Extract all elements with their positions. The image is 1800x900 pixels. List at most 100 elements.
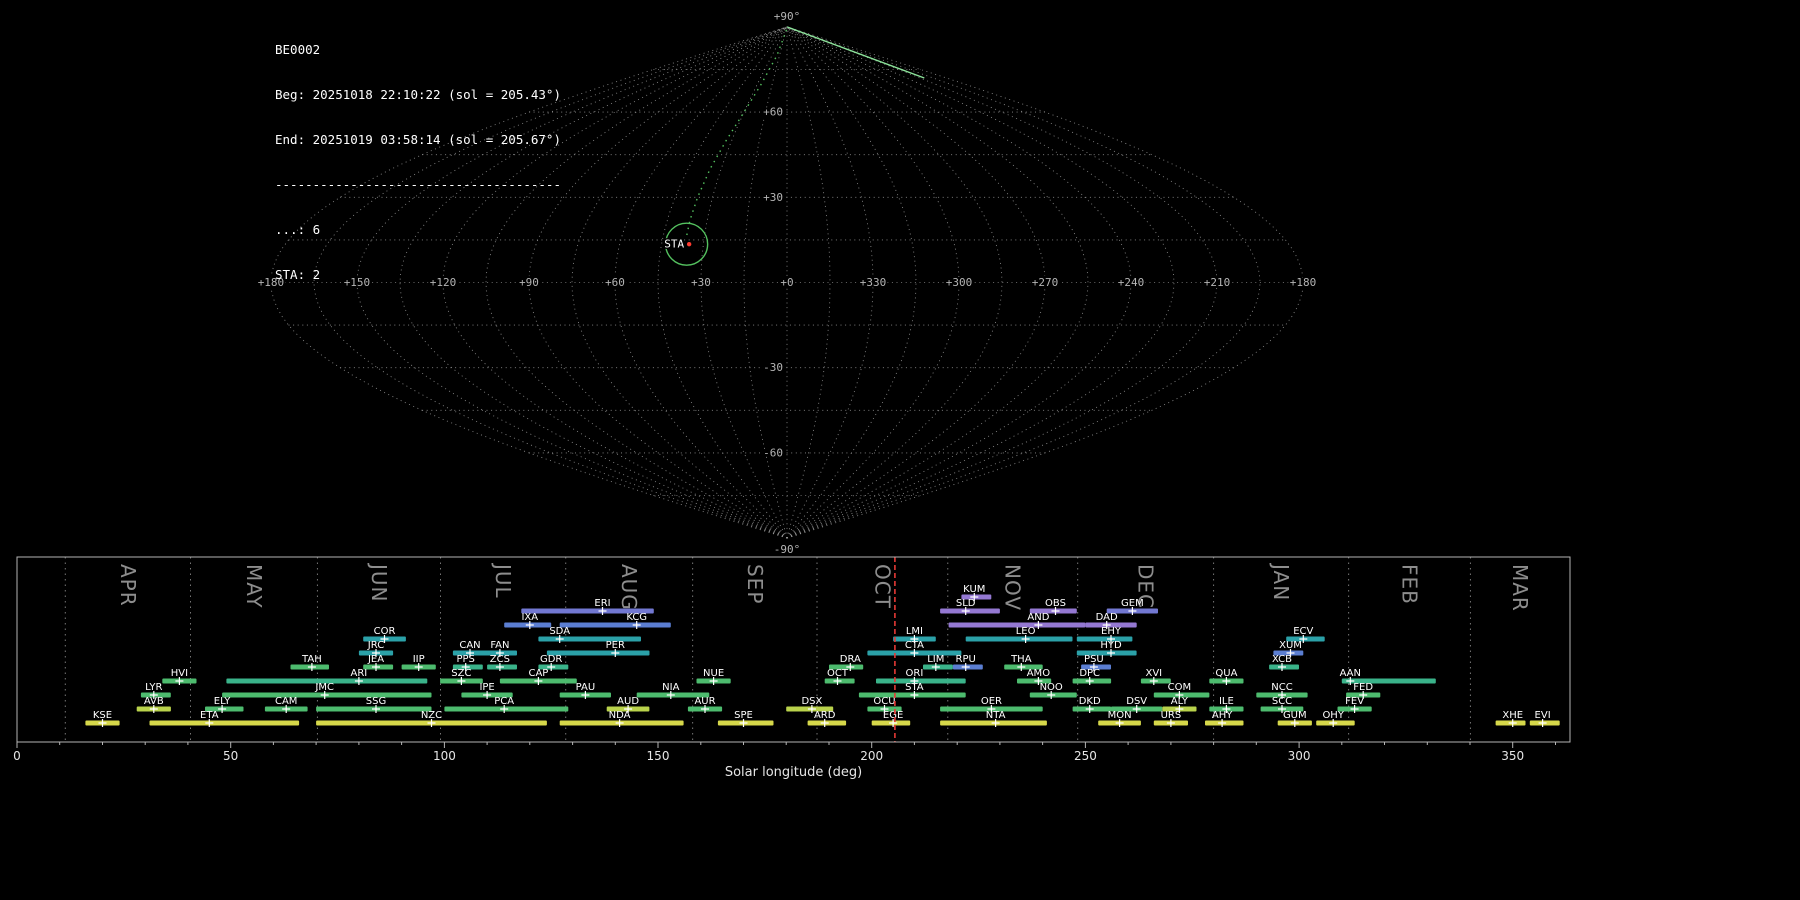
axis-tick-label: 200	[860, 749, 883, 763]
shower-label-OCU: OCU	[873, 696, 895, 707]
shower-label-STA: STA	[905, 682, 924, 693]
sky-pole-label: +90°	[774, 10, 801, 23]
shower-label-ERI: ERI	[594, 598, 610, 609]
sky-pole-label: -90°	[774, 543, 801, 556]
shower-count: STA: 2	[275, 267, 561, 282]
shower-label-AAN: AAN	[1340, 668, 1361, 679]
shower-label-COM: COM	[1168, 682, 1191, 693]
shower-label-CAN: CAN	[459, 640, 480, 651]
observation-info: BE0002 Beg: 20251018 22:10:22 (sol = 205…	[275, 12, 561, 312]
shower-label-IIP: IIP	[413, 654, 425, 665]
shower-label-PAU: PAU	[576, 682, 596, 693]
shower-label-ARD: ARD	[814, 710, 836, 721]
shower-label-GEM: GEM	[1121, 598, 1144, 609]
shower-label-JRC: JRC	[367, 640, 384, 651]
shower-label-OHY: OHY	[1322, 710, 1344, 721]
shower-label-AHY: AHY	[1212, 710, 1233, 721]
shower-label-PCA: PCA	[494, 696, 514, 707]
shower-label-CAM: CAM	[275, 696, 297, 707]
shower-label-ORI: ORI	[906, 668, 924, 679]
shower-label-ZCS: ZCS	[490, 654, 510, 665]
shower-label-EHY: EHY	[1101, 626, 1122, 637]
shower-label-CTA: CTA	[905, 640, 924, 651]
shower-label-LIM: LIM	[927, 654, 944, 665]
shower-label-AUD: AUD	[617, 696, 639, 707]
axis-tick-label: 300	[1288, 749, 1311, 763]
shower-label-XHE: XHE	[1502, 710, 1523, 721]
shower-label-ALY: ALY	[1171, 696, 1189, 707]
month-label: MAR	[1508, 564, 1532, 612]
shower-label-NUE: NUE	[703, 668, 724, 679]
month-label: FEB	[1398, 564, 1422, 605]
shower-label-DPC: DPC	[1079, 668, 1100, 679]
shower-label-EVI: EVI	[1535, 710, 1551, 721]
shower-label-EGE: EGE	[883, 710, 903, 721]
sky-lon-label: +210	[1204, 276, 1231, 289]
shower-label-RPU: RPU	[956, 654, 976, 665]
begin-time-line: Beg: 20251018 22:10:22 (sol = 205.43°)	[275, 87, 561, 102]
month-label: SEP	[743, 564, 767, 604]
shower-label-MON: MON	[1108, 710, 1132, 721]
shower-label-NTA: NTA	[986, 710, 1006, 721]
sky-lon-label: +0	[780, 276, 793, 289]
shower-bar-SDA	[538, 637, 641, 642]
month-label: JUL	[491, 562, 515, 599]
shower-bar-LEO	[966, 637, 1073, 642]
shower-label-HYD: HYD	[1100, 640, 1122, 651]
sky-grid-meridian	[787, 27, 1174, 538]
sky-grid-meridian	[701, 27, 787, 538]
station-id: BE0002	[275, 42, 561, 57]
sky-lon-label: +60	[605, 276, 625, 289]
month-label: OCT	[870, 564, 894, 609]
sky-lat-label: -60	[763, 446, 783, 459]
month-label: AUG	[617, 564, 641, 611]
separator-line: --------------------------------------	[275, 177, 561, 192]
shower-label-LEO: LEO	[1016, 626, 1036, 637]
shower-label-CAP: CAP	[528, 668, 548, 679]
shower-label-OBS: OBS	[1045, 598, 1066, 609]
month-label: APR	[116, 564, 140, 607]
shower-label-PPS: PPS	[456, 654, 474, 665]
shower-label-SLD: SLD	[956, 598, 976, 609]
shower-label-NCC: NCC	[1271, 682, 1292, 693]
sky-lat-label: +30	[763, 191, 783, 204]
radiant-drift-trail	[686, 30, 786, 237]
shower-label-NDA: NDA	[609, 710, 631, 721]
shower-bar-SLD	[940, 609, 1000, 614]
shower-label-AUR: AUR	[694, 696, 715, 707]
shower-label-XCB: XCB	[1272, 654, 1292, 665]
shower-label-SDA: SDA	[549, 626, 570, 637]
shower-label-IPE: IPE	[479, 682, 494, 693]
shower-label-ECV: ECV	[1293, 626, 1313, 637]
month-label: JUN	[367, 562, 391, 603]
sky-lat-label: -30	[763, 361, 783, 374]
shower-label-ETA: ETA	[200, 710, 219, 721]
shower-label-LYR: LYR	[145, 682, 162, 693]
shower-label-OER: OER	[981, 696, 1002, 707]
axis-tick-label: 0	[13, 749, 21, 763]
axis-tick-label: 50	[223, 749, 238, 763]
sky-lon-label: +330	[860, 276, 887, 289]
sky-lon-label: +180	[1290, 276, 1317, 289]
x-axis-label: Solar longitude (deg)	[725, 765, 862, 780]
axis-tick-label: 250	[1074, 749, 1097, 763]
sky-lon-label: +270	[1032, 276, 1059, 289]
sky-lon-label: +300	[946, 276, 973, 289]
radiant-label: STA	[664, 238, 684, 251]
shower-label-DKD: DKD	[1079, 696, 1101, 707]
shower-label-XVI: XVI	[1145, 668, 1162, 679]
shower-label-SPE: SPE	[734, 710, 753, 721]
shower-label-XUM: XUM	[1279, 640, 1302, 651]
activity-timeline: APRMAYJUNJULAUGSEPOCTNOVDECJANFEBMARKUME…	[13, 557, 1570, 780]
shower-label-PSU: PSU	[1084, 654, 1104, 665]
shower-bar-KCG	[560, 623, 671, 628]
shower-label-FEV: FEV	[1345, 696, 1364, 707]
shower-label-NOO: NOO	[1040, 682, 1063, 693]
shower-label-DSV: DSV	[1126, 696, 1147, 707]
shower-label-JEA: JEA	[367, 654, 384, 665]
shower-label-JMC: JMC	[314, 682, 334, 693]
shower-label-AMO: AMO	[1027, 668, 1050, 679]
shower-label-PER: PER	[606, 640, 625, 651]
shower-label-URS: URS	[1161, 710, 1182, 721]
shower-label-QUA: QUA	[1215, 668, 1237, 679]
